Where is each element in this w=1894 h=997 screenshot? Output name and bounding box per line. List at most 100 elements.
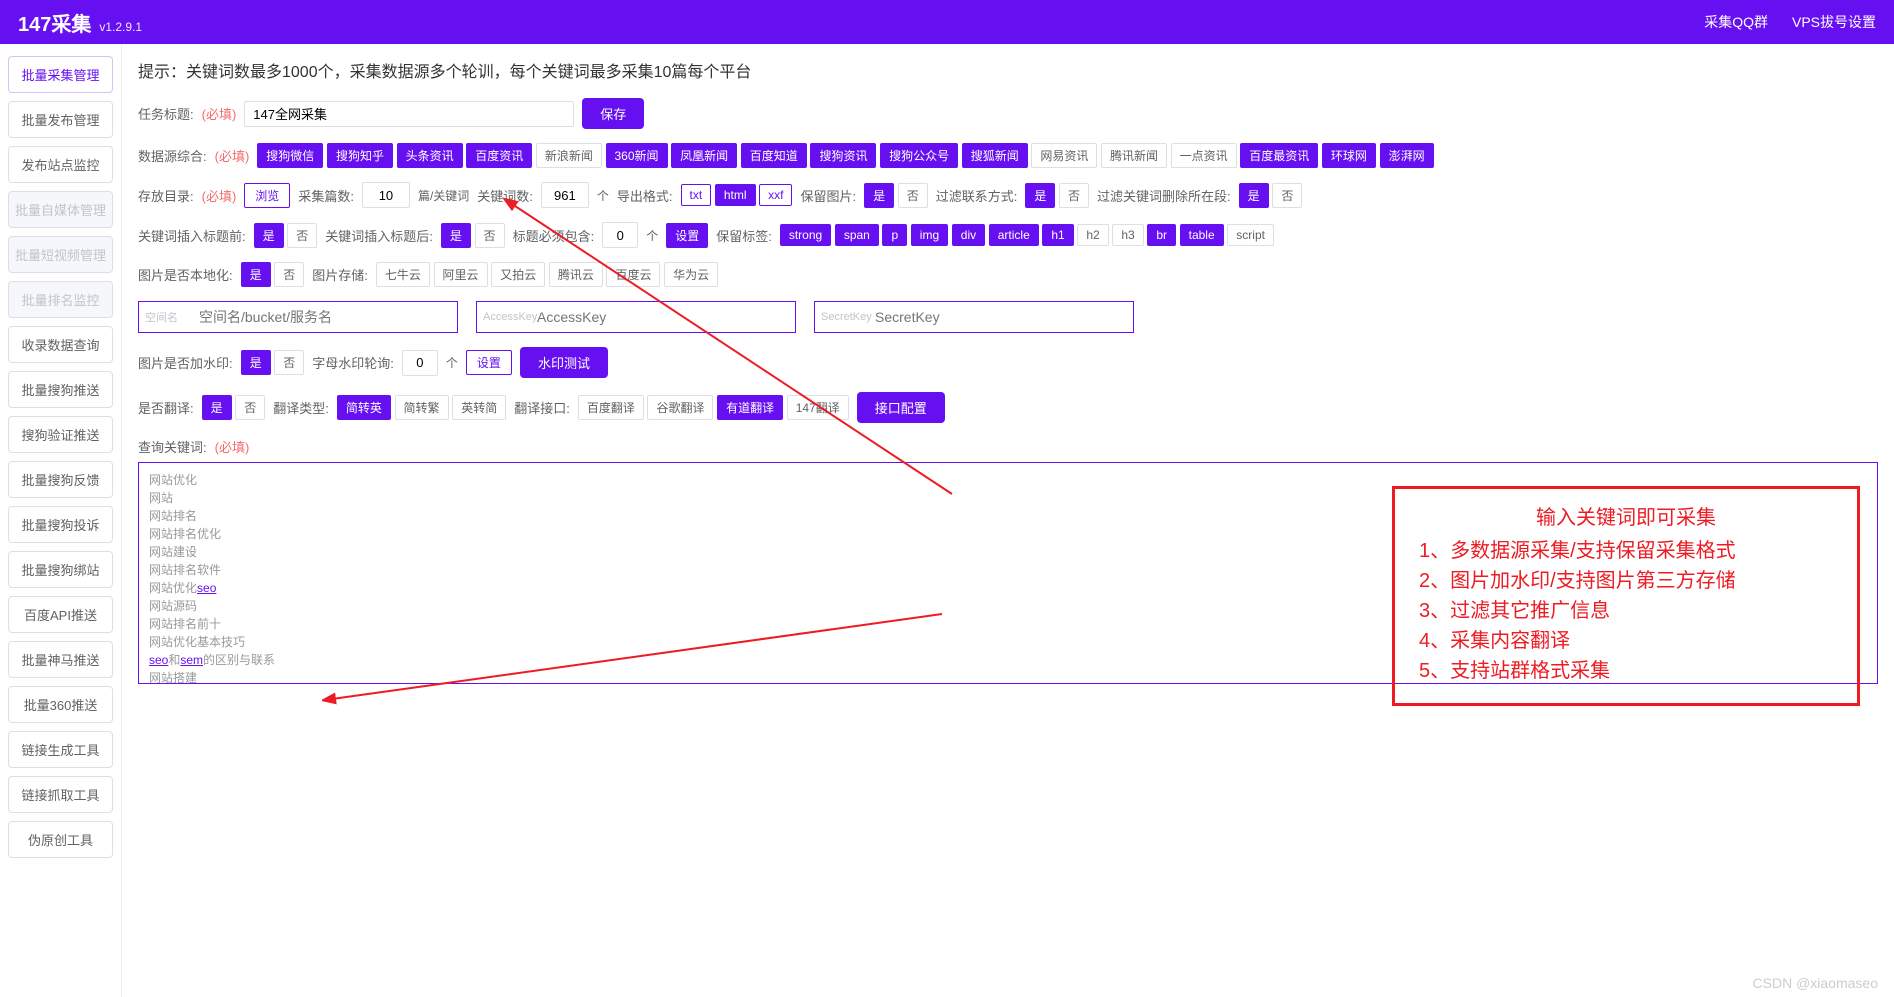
translate-type-tag-1[interactable]: 简转繁 bbox=[395, 395, 449, 420]
sidebar-item-11[interactable]: 批量搜狗绑站 bbox=[8, 551, 113, 588]
keep-tag-7[interactable]: h2 bbox=[1077, 224, 1108, 246]
export-tag-0[interactable]: txt bbox=[681, 184, 712, 206]
img-store-tag-3[interactable]: 腾讯云 bbox=[549, 262, 603, 287]
keep-tag-6[interactable]: h1 bbox=[1042, 224, 1073, 246]
translate-label: 是否翻译: bbox=[138, 398, 194, 417]
alpha-wm-set-button[interactable]: 设置 bbox=[466, 350, 512, 375]
title-must-set-button[interactable]: 设置 bbox=[666, 223, 708, 248]
header-link-vps[interactable]: VPS拔号设置 bbox=[1792, 12, 1876, 32]
keep-tag-11[interactable]: script bbox=[1227, 224, 1274, 246]
img-store-tag-0[interactable]: 七牛云 bbox=[376, 262, 430, 287]
data-source-tag-10[interactable]: 搜狐新闻 bbox=[962, 143, 1028, 168]
translate-tag-1[interactable]: 否 bbox=[235, 395, 265, 420]
sidebar-item-10[interactable]: 批量搜狗投诉 bbox=[8, 506, 113, 543]
filter-contact-tag-1[interactable]: 否 bbox=[1059, 183, 1089, 208]
data-source-tag-11[interactable]: 网易资讯 bbox=[1031, 143, 1097, 168]
row-query-label: 查询关键词: (必填) bbox=[138, 437, 1878, 456]
img-local-tag-1[interactable]: 否 bbox=[274, 262, 304, 287]
data-source-tag-8[interactable]: 搜狗资讯 bbox=[810, 143, 876, 168]
filter-kw-tag-0[interactable]: 是 bbox=[1239, 183, 1269, 208]
data-source-tag-13[interactable]: 一点资讯 bbox=[1171, 143, 1237, 168]
keep-img-tag-0[interactable]: 是 bbox=[864, 183, 894, 208]
keyword-textarea[interactable]: 网站优化网站网站排名网站排名优化网站建设网站排名软件网站优化seo网站源码网站排… bbox=[138, 462, 1878, 684]
kw-before-tag-1[interactable]: 否 bbox=[287, 223, 317, 248]
translate-type-tag-0[interactable]: 简转英 bbox=[337, 395, 391, 420]
collect-count-input[interactable] bbox=[362, 182, 410, 208]
kw-after-tag-0[interactable]: 是 bbox=[441, 223, 471, 248]
keep-tag-1[interactable]: span bbox=[835, 224, 879, 246]
translate-type-label: 翻译类型: bbox=[273, 398, 329, 417]
sidebar-item-9[interactable]: 批量搜狗反馈 bbox=[8, 461, 113, 498]
data-source-tag-3[interactable]: 百度资讯 bbox=[466, 143, 532, 168]
img-store-tag-4[interactable]: 百度云 bbox=[606, 262, 660, 287]
img-store-tag-5[interactable]: 华为云 bbox=[664, 262, 718, 287]
kw-before-tag-0[interactable]: 是 bbox=[254, 223, 284, 248]
space-name-field[interactable]: 空间名 bbox=[138, 301, 458, 333]
access-key-field[interactable]: AccessKey bbox=[476, 301, 796, 333]
sidebar-item-0[interactable]: 批量采集管理 bbox=[8, 56, 113, 93]
export-tag-2[interactable]: xxf bbox=[759, 184, 792, 206]
sidebar-item-14[interactable]: 批量360推送 bbox=[8, 686, 113, 723]
data-source-tag-5[interactable]: 360新闻 bbox=[606, 143, 668, 168]
data-source-tag-1[interactable]: 搜狗知乎 bbox=[327, 143, 393, 168]
sidebar-item-17[interactable]: 伪原创工具 bbox=[8, 821, 113, 858]
data-source-tag-6[interactable]: 凤凰新闻 bbox=[671, 143, 737, 168]
sidebar-item-6[interactable]: 收录数据查询 bbox=[8, 326, 113, 363]
sidebar-item-12[interactable]: 百度API推送 bbox=[8, 596, 113, 633]
data-source-tag-2[interactable]: 头条资讯 bbox=[397, 143, 463, 168]
keep-tag-10[interactable]: table bbox=[1180, 224, 1224, 246]
sidebar-item-1[interactable]: 批量发布管理 bbox=[8, 101, 113, 138]
watermark-tag-0[interactable]: 是 bbox=[241, 350, 271, 375]
alpha-wm-input[interactable] bbox=[402, 350, 438, 376]
task-title-input[interactable] bbox=[244, 101, 574, 127]
sidebar-item-8[interactable]: 搜狗验证推送 bbox=[8, 416, 113, 453]
sidebar-item-7[interactable]: 批量搜狗推送 bbox=[8, 371, 113, 408]
keep-tag-4[interactable]: div bbox=[952, 224, 985, 246]
space-input[interactable] bbox=[147, 304, 449, 330]
keep-tag-9[interactable]: br bbox=[1147, 224, 1176, 246]
title-must-input[interactable] bbox=[602, 222, 638, 248]
data-source-tag-9[interactable]: 搜狗公众号 bbox=[880, 143, 958, 168]
keep-tag-3[interactable]: img bbox=[911, 224, 948, 246]
header-link-qq[interactable]: 采集QQ群 bbox=[1704, 12, 1768, 32]
data-source-tag-16[interactable]: 澎湃网 bbox=[1380, 143, 1434, 168]
img-local-tag-0[interactable]: 是 bbox=[241, 262, 271, 287]
data-source-tag-14[interactable]: 百度最资讯 bbox=[1240, 143, 1318, 168]
translate-config-button[interactable]: 接口配置 bbox=[857, 392, 945, 423]
filter-kw-tag-1[interactable]: 否 bbox=[1272, 183, 1302, 208]
sidebar-item-2[interactable]: 发布站点监控 bbox=[8, 146, 113, 183]
keep-tag-0[interactable]: strong bbox=[780, 224, 831, 246]
keyword-count-input[interactable] bbox=[541, 182, 589, 208]
sidebar-item-15[interactable]: 链接生成工具 bbox=[8, 731, 113, 768]
translate-type-tag-2[interactable]: 英转简 bbox=[452, 395, 506, 420]
save-button[interactable]: 保存 bbox=[582, 98, 644, 129]
img-store-tag-1[interactable]: 阿里云 bbox=[434, 262, 488, 287]
watermark-tag-1[interactable]: 否 bbox=[274, 350, 304, 375]
translate-api-tag-2[interactable]: 有道翻译 bbox=[717, 395, 783, 420]
keep-tag-8[interactable]: h3 bbox=[1112, 224, 1143, 246]
data-source-tag-0[interactable]: 搜狗微信 bbox=[257, 143, 323, 168]
app-version: v1.2.9.1 bbox=[99, 20, 142, 34]
export-tag-1[interactable]: html bbox=[715, 184, 756, 206]
collect-count-suffix: 篇/关键词 bbox=[418, 187, 469, 204]
translate-api-tag-1[interactable]: 谷歌翻译 bbox=[647, 395, 713, 420]
watermark-test-button[interactable]: 水印测试 bbox=[520, 347, 608, 378]
keep-img-tag-1[interactable]: 否 bbox=[898, 183, 928, 208]
keep-tag-5[interactable]: article bbox=[989, 224, 1039, 246]
keep-tag-2[interactable]: p bbox=[882, 224, 907, 246]
data-source-tag-15[interactable]: 环球网 bbox=[1322, 143, 1376, 168]
secret-key-field[interactable]: SecretKey bbox=[814, 301, 1134, 333]
data-source-tag-12[interactable]: 腾讯新闻 bbox=[1101, 143, 1167, 168]
browse-button[interactable]: 浏览 bbox=[244, 183, 290, 208]
translate-tag-0[interactable]: 是 bbox=[202, 395, 232, 420]
data-source-tag-4[interactable]: 新浪新闻 bbox=[536, 143, 602, 168]
data-source-tag-7[interactable]: 百度知道 bbox=[741, 143, 807, 168]
translate-api-tag-3[interactable]: 147翻译 bbox=[787, 395, 849, 420]
img-store-tag-2[interactable]: 又拍云 bbox=[491, 262, 545, 287]
filter-contact-tag-0[interactable]: 是 bbox=[1025, 183, 1055, 208]
sidebar-item-13[interactable]: 批量神马推送 bbox=[8, 641, 113, 678]
kw-after-tag-1[interactable]: 否 bbox=[475, 223, 505, 248]
translate-api-tag-0[interactable]: 百度翻译 bbox=[578, 395, 644, 420]
sidebar-item-16[interactable]: 链接抓取工具 bbox=[8, 776, 113, 813]
keyword-line-3: 网站排名优化 bbox=[149, 525, 1867, 543]
